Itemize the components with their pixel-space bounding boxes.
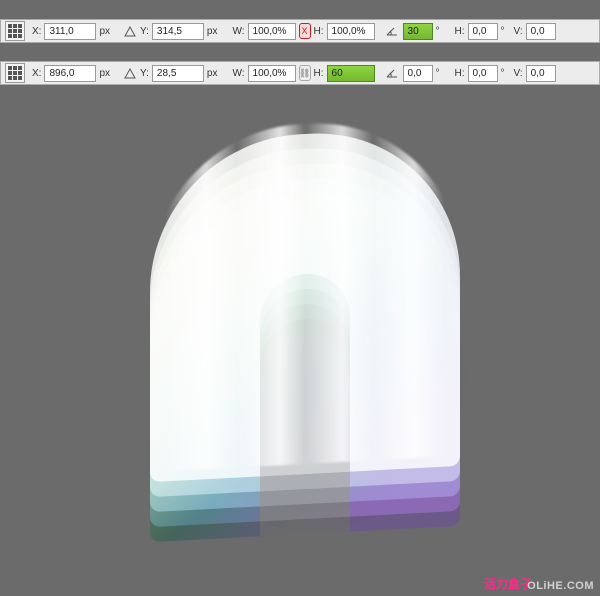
y-input[interactable] bbox=[152, 65, 204, 82]
transform-options-bar-1: X: px Y: px W: X H: ° H: ° V: bbox=[0, 19, 600, 43]
delta-icon[interactable] bbox=[123, 24, 137, 38]
delta-icon[interactable] bbox=[123, 66, 137, 80]
skew-v-input[interactable] bbox=[526, 65, 556, 82]
skew-h-label: H: bbox=[455, 26, 465, 37]
w-label: W: bbox=[232, 68, 244, 79]
shape-highlights bbox=[150, 116, 460, 472]
y-label: Y: bbox=[140, 26, 149, 37]
transform-options-bar-2: X: px Y: px W: ⛓ H: ° H: ° V: bbox=[0, 61, 600, 85]
w-input[interactable] bbox=[248, 65, 296, 82]
angle-input[interactable] bbox=[403, 65, 433, 82]
angle-icon bbox=[384, 24, 400, 38]
skew-h-label: H: bbox=[455, 68, 465, 79]
angle-unit: ° bbox=[436, 68, 440, 79]
h-label: H: bbox=[314, 68, 324, 79]
reference-point-grid-icon[interactable] bbox=[5, 63, 25, 83]
y-input[interactable] bbox=[152, 23, 204, 40]
link-icon[interactable]: ⛓ bbox=[299, 65, 311, 81]
angle-unit: ° bbox=[436, 26, 440, 37]
layered-arch-shape bbox=[150, 126, 460, 522]
x-input[interactable] bbox=[44, 23, 96, 40]
y-unit: px bbox=[207, 26, 218, 37]
h-input[interactable] bbox=[327, 23, 375, 40]
h-input[interactable] bbox=[327, 65, 375, 82]
x-unit: px bbox=[99, 68, 110, 79]
y-unit: px bbox=[207, 68, 218, 79]
angle-icon bbox=[384, 66, 400, 80]
skew-v-input[interactable] bbox=[526, 23, 556, 40]
skew-h-unit: ° bbox=[501, 68, 505, 79]
y-label: Y: bbox=[140, 68, 149, 79]
skew-v-label: V: bbox=[514, 26, 523, 37]
x-input[interactable] bbox=[44, 65, 96, 82]
skew-h-input[interactable] bbox=[468, 65, 498, 82]
w-input[interactable] bbox=[248, 23, 296, 40]
skew-h-input[interactable] bbox=[468, 23, 498, 40]
link-broken-icon[interactable]: X bbox=[299, 23, 311, 39]
x-label: X: bbox=[32, 26, 41, 37]
skew-h-unit: ° bbox=[501, 26, 505, 37]
x-unit: px bbox=[99, 26, 110, 37]
h-label: H: bbox=[314, 26, 324, 37]
skew-v-label: V: bbox=[514, 68, 523, 79]
angle-input[interactable] bbox=[403, 23, 433, 40]
w-label: W: bbox=[232, 26, 244, 37]
x-label: X: bbox=[32, 68, 41, 79]
canvas-area[interactable] bbox=[0, 19, 600, 596]
reference-point-grid-icon[interactable] bbox=[5, 21, 25, 41]
